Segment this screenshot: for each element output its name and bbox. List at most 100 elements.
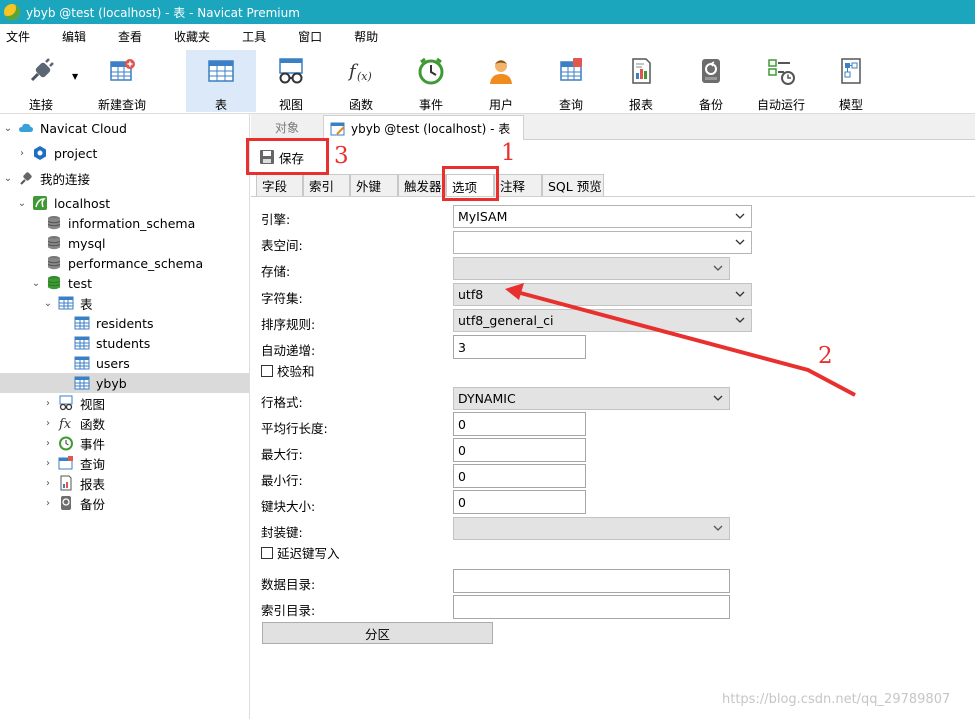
tree-my-connections[interactable]: ⌄ 我的连接 <box>0 168 249 188</box>
toolbar-query-label: 查询 <box>558 98 583 112</box>
toolbar-function-button[interactable]: f (x) 函数 <box>326 50 396 112</box>
subtab-foreign-keys[interactable]: 外键 <box>350 174 398 196</box>
toolbar-query-button[interactable]: 查询 <box>536 50 606 112</box>
designer-subtabs: 字段 索引 外键 触发器 选项 注释 SQL 预览 <box>256 174 975 197</box>
row-format-select[interactable]: DYNAMIC <box>453 387 730 410</box>
tree-queries-group[interactable]: › 查询 <box>0 453 249 473</box>
user-icon <box>486 56 516 86</box>
toolbar-backup-button[interactable]: 备份 <box>676 50 746 112</box>
tree-label-my-connections: 我的连接 <box>40 171 91 187</box>
data-directory-input[interactable] <box>453 569 730 593</box>
function-fx-icon: fx <box>58 417 72 431</box>
toolbar-model-button[interactable]: 模型 <box>816 50 886 112</box>
tree-events-group[interactable]: › 事件 <box>0 433 249 453</box>
tree-db-performance-schema[interactable]: performance_schema <box>0 253 249 273</box>
chevron-down-icon[interactable]: ⌄ <box>42 298 54 309</box>
tree-label-table: students <box>96 335 151 351</box>
charset-label: 字符集: <box>261 291 303 306</box>
tree-db-information-schema[interactable]: information_schema <box>0 213 249 233</box>
partition-button[interactable]: 分区 <box>262 622 493 644</box>
toolbar-report-button[interactable]: 报表 <box>606 50 676 112</box>
charset-select[interactable]: utf8 <box>453 283 752 306</box>
toolbar-new-query-button[interactable]: 新建查询 <box>82 50 162 112</box>
tree-backups-group[interactable]: › 备份 <box>0 493 249 513</box>
chevron-right-icon[interactable]: › <box>42 398 54 409</box>
chevron-right-icon[interactable]: › <box>16 148 28 159</box>
charset-value: utf8 <box>458 287 484 302</box>
chevron-right-icon[interactable]: › <box>42 438 54 449</box>
checksum-label: 校验和 <box>277 364 315 379</box>
tree-label-events: 事件 <box>80 436 106 452</box>
tree-db-mysql[interactable]: mysql <box>0 233 249 253</box>
tree-label-db: performance_schema <box>68 255 204 271</box>
chevron-down-icon[interactable]: ⌄ <box>16 198 28 209</box>
annotation-box-options-tab <box>442 166 499 201</box>
checkbox-box[interactable] <box>261 364 273 377</box>
tree-navicat-cloud[interactable]: ⌄ Navicat Cloud <box>0 118 249 138</box>
tree-table-residents[interactable]: residents <box>0 313 249 333</box>
menu-view[interactable]: 查看 <box>112 28 154 45</box>
subtab-triggers[interactable]: 触发器 <box>398 174 446 196</box>
toolbar-user-button[interactable]: 用户 <box>466 50 536 112</box>
tree-views-group[interactable]: › 视图 <box>0 393 249 413</box>
chevron-right-icon[interactable]: › <box>42 458 54 469</box>
menu-bar: 文件 编辑 查看 收藏夹 工具 窗口 帮助 <box>0 24 975 48</box>
tab-table-designer[interactable]: ybyb @test (localhost) - 表 <box>323 115 524 141</box>
tree-tables-group[interactable]: ⌄ 表 <box>0 293 249 313</box>
engine-select[interactable]: MyISAM <box>453 205 752 228</box>
data-directory-label: 数据目录: <box>261 577 316 592</box>
avg-row-length-input[interactable]: 0 <box>453 412 586 436</box>
tree-reports-group[interactable]: › 报表 <box>0 473 249 493</box>
tab-objects[interactable]: 对象 <box>251 114 323 140</box>
menu-window[interactable]: 窗口 <box>292 28 334 45</box>
chevron-down-icon <box>713 525 723 531</box>
checksum-checkbox[interactable]: 校验和 <box>261 361 315 380</box>
chevron-down-icon[interactable]: ⌄ <box>2 123 14 134</box>
subtab-comment[interactable]: 注释 <box>494 174 542 196</box>
collation-select[interactable]: utf8_general_ci <box>453 309 752 332</box>
tree-db-test[interactable]: ⌄ test <box>0 273 249 293</box>
tree-label-tables: 表 <box>80 296 93 312</box>
backup-icon <box>696 56 726 86</box>
tree-project[interactable]: › project <box>0 143 249 163</box>
key-block-size-input[interactable]: 0 <box>453 490 586 514</box>
tree-localhost[interactable]: ⌄ localhost <box>0 193 249 213</box>
min-rows-input[interactable]: 0 <box>453 464 586 488</box>
tree-label-functions: 函数 <box>80 416 106 432</box>
chevron-right-icon[interactable]: › <box>42 418 54 429</box>
menu-file[interactable]: 文件 <box>0 28 42 45</box>
tree-label-project: project <box>54 145 98 161</box>
toolbar-view-button[interactable]: 视图 <box>256 50 326 112</box>
menu-tools[interactable]: 工具 <box>236 28 278 45</box>
max-rows-input[interactable]: 0 <box>453 438 586 462</box>
subtab-fields[interactable]: 字段 <box>256 174 303 196</box>
subtab-indexes[interactable]: 索引 <box>303 174 350 196</box>
toolbar-event-button[interactable]: 事件 <box>396 50 466 112</box>
menu-help[interactable]: 帮助 <box>348 28 390 45</box>
tree-functions-group[interactable]: › fx 函数 <box>0 413 249 433</box>
tablespace-select[interactable] <box>453 231 752 254</box>
toolbar-view-label: 视图 <box>278 98 303 112</box>
event-clock-icon <box>59 436 73 451</box>
auto-increment-input[interactable]: 3 <box>453 335 586 359</box>
checkbox-box[interactable] <box>261 546 273 559</box>
delay-key-write-checkbox[interactable]: 延迟键写入 <box>261 543 340 562</box>
tree-table-ybyb[interactable]: ybyb <box>0 373 249 393</box>
toolbar-connect-button[interactable]: 连接 <box>6 50 76 112</box>
chevron-right-icon[interactable]: › <box>42 498 54 509</box>
chevron-right-icon[interactable]: › <box>42 478 54 489</box>
subtab-sql-preview[interactable]: SQL 预览 <box>542 174 604 196</box>
tree-table-users[interactable]: users <box>0 353 249 373</box>
menu-favorites[interactable]: 收藏夹 <box>168 28 222 45</box>
connect-dropdown-arrow-icon[interactable]: ▼ <box>72 72 78 81</box>
chevron-down-icon[interactable]: ⌄ <box>2 173 14 184</box>
menu-edit[interactable]: 编辑 <box>56 28 98 45</box>
window-title: ybyb @test (localhost) - 表 - Navicat Pre… <box>26 5 300 20</box>
toolbar-automation-button[interactable]: 自动运行 <box>746 50 816 112</box>
toolbar-table-button[interactable]: 表 <box>186 50 256 112</box>
tree-table-students[interactable]: students <box>0 333 249 353</box>
tab-designer-label: ybyb @test (localhost) - 表 <box>351 122 511 136</box>
chevron-down-icon[interactable]: ⌄ <box>30 278 42 289</box>
index-directory-label: 索引目录: <box>261 603 316 618</box>
index-directory-input[interactable] <box>453 595 730 619</box>
